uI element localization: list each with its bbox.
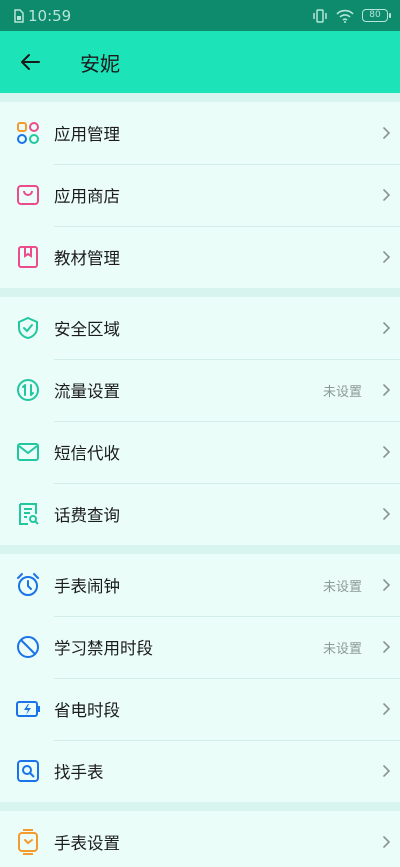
settings-group: 手表设置	[0, 811, 400, 867]
group-divider	[0, 545, 400, 554]
list-item[interactable]: 话费查询	[0, 483, 400, 545]
book-icon	[0, 245, 54, 269]
item-status: 未设置	[322, 384, 362, 400]
back-arrow-icon	[21, 54, 40, 70]
list-item[interactable]: 应用商店	[0, 164, 400, 226]
item-label: 找手表	[54, 763, 104, 782]
status-time: 10:59	[28, 6, 72, 25]
chevron-right-icon	[372, 445, 400, 459]
shield-check-icon	[0, 316, 54, 340]
item-label: 安全区域	[54, 320, 120, 339]
wifi-icon	[336, 9, 354, 23]
chevron-right-icon	[372, 764, 400, 778]
back-button[interactable]	[0, 31, 60, 93]
battery-bolt-icon	[0, 697, 54, 721]
item-status: 未设置	[322, 579, 362, 595]
chevron-right-icon	[372, 250, 400, 264]
group-divider	[0, 93, 400, 102]
group-divider	[0, 802, 400, 811]
item-label: 教材管理	[54, 249, 120, 268]
chevron-right-icon	[372, 188, 400, 202]
list-item[interactable]: 省电时段	[0, 678, 400, 740]
vibrate-icon	[312, 8, 328, 23]
chevron-right-icon	[372, 578, 400, 592]
list-item[interactable]: 流量设置 未设置	[0, 359, 400, 421]
chevron-right-icon	[372, 383, 400, 397]
group-divider	[0, 288, 400, 297]
settings-group: 应用管理应用商店教材管理	[0, 102, 400, 288]
item-status: 未设置	[322, 641, 362, 657]
apps-grid-icon	[0, 121, 54, 145]
page-title: 安妮	[80, 51, 120, 76]
settings-group: 手表闹钟 未设置 学习禁用时段 未设置 省电时段 找手表	[0, 554, 400, 802]
list-item[interactable]: 找手表	[0, 740, 400, 802]
battery-icon: 80	[362, 9, 391, 22]
item-label: 学习禁用时段	[54, 639, 153, 658]
list-item[interactable]: 安全区域	[0, 297, 400, 359]
list-item[interactable]: 学习禁用时段 未设置	[0, 616, 400, 678]
chevron-right-icon	[372, 126, 400, 140]
chevron-right-icon	[372, 507, 400, 521]
bill-search-icon	[0, 502, 54, 526]
settings-group: 安全区域流量设置 未设置短信代收话费查询	[0, 297, 400, 545]
watch-icon	[0, 829, 54, 855]
item-label: 手表闹钟	[54, 577, 120, 596]
mail-icon	[0, 440, 54, 464]
data-traffic-icon	[0, 378, 54, 402]
item-label: 流量设置	[54, 382, 120, 401]
no-entry-icon	[0, 634, 54, 660]
chevron-right-icon	[372, 702, 400, 716]
status-bar: 10:59 80	[0, 0, 400, 31]
item-label: 话费查询	[54, 506, 120, 525]
item-label: 应用管理	[54, 125, 120, 144]
list-item[interactable]: 教材管理	[0, 226, 400, 288]
list-item[interactable]: 应用管理	[0, 102, 400, 164]
chevron-right-icon	[372, 321, 400, 335]
item-label: 应用商店	[54, 187, 120, 206]
app-bar: 安妮	[0, 31, 400, 93]
store-bag-icon	[0, 183, 54, 207]
find-watch-icon	[0, 759, 54, 783]
list-item[interactable]: 手表设置	[0, 811, 400, 867]
sim-icon	[12, 8, 24, 23]
item-label: 省电时段	[54, 701, 120, 720]
chevron-right-icon	[372, 835, 400, 849]
list-item[interactable]: 短信代收	[0, 421, 400, 483]
alarm-clock-icon	[0, 572, 54, 598]
item-label: 手表设置	[54, 834, 120, 853]
settings-list: 应用管理 应用商店 教材管理 安全区域 流量设置 未设置 短信代收 话费查询 手表闹钟 未设置 学习…	[0, 93, 400, 867]
item-label: 短信代收	[54, 444, 120, 463]
chevron-right-icon	[372, 640, 400, 654]
list-item[interactable]: 手表闹钟 未设置	[0, 554, 400, 616]
